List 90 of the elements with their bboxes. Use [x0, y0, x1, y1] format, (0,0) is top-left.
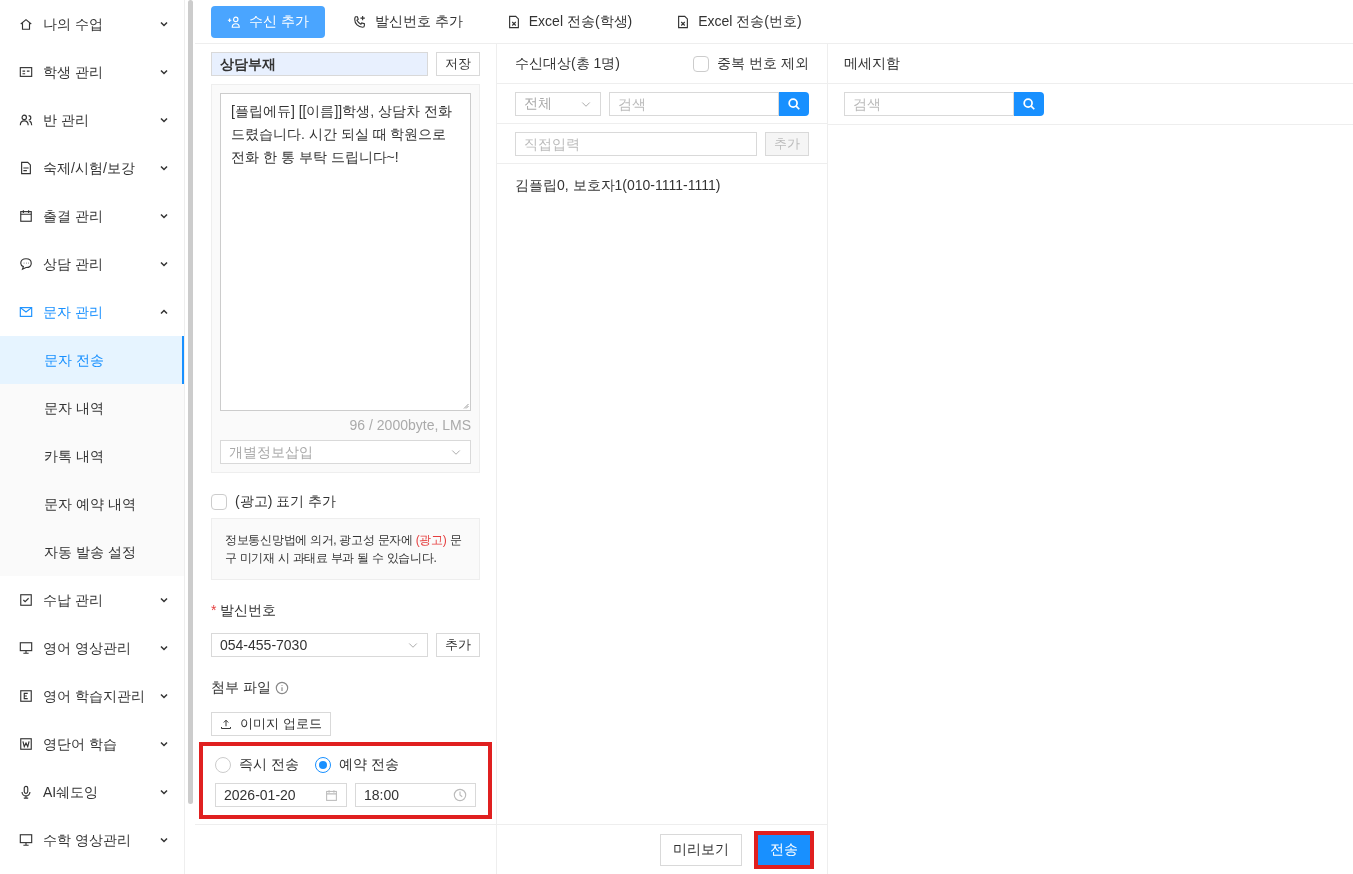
- select-placeholder: 개별정보삽입: [229, 442, 313, 462]
- letter-w-icon: [19, 737, 33, 751]
- dedupe-option[interactable]: 중복 번호 제외: [693, 53, 809, 74]
- sidebar-label: 수학 영상관리: [43, 830, 132, 850]
- info-icon: [274, 680, 289, 695]
- sidebar-item[interactable]: 출결 관리: [0, 192, 184, 240]
- submenu-item[interactable]: 문자 예약 내역: [0, 480, 184, 528]
- select-value: 전체: [524, 94, 552, 113]
- sidebar-label: 반 관리: [43, 110, 90, 130]
- sidebar-item[interactable]: AI쉐도잉: [0, 768, 184, 816]
- sidebar-label: 상담 관리: [43, 254, 104, 274]
- add-button: 추가: [765, 131, 809, 156]
- direct-input-field[interactable]: 직접입력: [515, 131, 757, 156]
- sidebar-label: 나의 수업: [43, 14, 104, 34]
- required-mark: *: [211, 601, 217, 620]
- monitor-icon: [19, 641, 33, 655]
- checkbox[interactable]: [211, 493, 227, 510]
- sidebar-label: AI쉐도잉: [43, 782, 100, 802]
- toolbar-tab[interactable]: Excel 전송(학생): [490, 5, 649, 38]
- sidebar-item[interactable]: 수납 관리: [0, 576, 184, 624]
- sidebar-item[interactable]: 나의 수업: [0, 0, 184, 48]
- date-value: 2026-01-20: [224, 785, 296, 805]
- home-icon: [19, 17, 33, 31]
- search-field[interactable]: 검색: [844, 92, 1014, 116]
- sender-select[interactable]: 054-455-7030: [211, 633, 428, 657]
- sidebar-label: 영어 영상관리: [43, 638, 132, 658]
- sidebar-item[interactable]: 수학 영상관리: [0, 816, 184, 864]
- people-icon: [19, 113, 33, 127]
- chat-bubble-icon: [19, 257, 33, 271]
- select-value: 054-455-7030: [220, 635, 308, 655]
- sidebar-label: 영어 학습지관리: [43, 686, 146, 706]
- sidebar-item[interactable]: 상담 관리: [0, 240, 184, 288]
- toolbar-tab[interactable]: 발신번호 추가: [336, 5, 479, 38]
- toolbar-tab[interactable]: Excel 전송(번호): [660, 5, 818, 38]
- sidebar-label: 문자 관리: [43, 302, 104, 322]
- radio-option[interactable]: 예약 전송: [314, 754, 399, 775]
- ad-notice: 정보통신망법에 의거, 광고성 문자에 (광고) 문구 미기재 시 과태료 부과 될 수 있습니다.: [211, 518, 480, 580]
- sidebar-label: 영단어 학습: [43, 734, 118, 754]
- date-field[interactable]: 2026-01-20: [215, 783, 347, 807]
- sidebar-item[interactable]: 숙제/시험/보강: [0, 144, 184, 192]
- save-button[interactable]: 저장: [436, 52, 480, 76]
- checkbox-label: (광고) 표기 추가: [235, 492, 337, 511]
- id-card-icon: [19, 65, 33, 79]
- sidebar-item[interactable]: 반 관리: [0, 96, 184, 144]
- upload-icon: [220, 718, 232, 730]
- phone-plus-icon: [352, 14, 367, 29]
- sidebar-label: 수납 관리: [43, 590, 104, 610]
- clock-icon: [453, 788, 467, 802]
- monitor-icon: [19, 833, 33, 847]
- attachment-label: 첨부 파일: [211, 678, 271, 697]
- sidebar-label: 출결 관리: [43, 206, 104, 226]
- spreadsheet-file-icon: [676, 14, 691, 29]
- calendar-icon: [19, 209, 33, 223]
- search-button[interactable]: [779, 91, 809, 116]
- sidebar-item[interactable]: 영어 영상관리: [0, 624, 184, 672]
- byte-count: 96 / 2000byte, LMS: [348, 416, 471, 435]
- add-person-icon: [227, 14, 241, 29]
- sidebar-item[interactable]: 학생 관리: [0, 48, 184, 96]
- recipient-item[interactable]: 김플립0, 보호자1(010-1111-1111): [515, 174, 809, 196]
- search-icon: [1022, 97, 1036, 111]
- sender-label: 발신번호: [220, 601, 277, 620]
- search-button[interactable]: [1014, 92, 1044, 116]
- recipients-title: 수신대상(총 1명): [515, 54, 620, 73]
- submenu-item[interactable]: 문자 내역: [0, 384, 184, 432]
- sidebar-item[interactable]: 영어 학습지관리: [0, 672, 184, 720]
- spreadsheet-file-icon: [506, 14, 521, 29]
- image-upload-button[interactable]: 이미지 업로드: [211, 712, 331, 736]
- sidebar-item[interactable]: 영단어 학습: [0, 720, 184, 768]
- add-button[interactable]: 추가: [436, 633, 480, 657]
- document-icon: [19, 161, 33, 175]
- radio-option[interactable]: 즉시 전송: [215, 754, 299, 775]
- checklist-icon: [19, 593, 33, 607]
- inbox-title: 메세지함: [844, 54, 900, 73]
- submenu-item[interactable]: 카톡 내역: [0, 432, 184, 480]
- microphone-icon: [19, 785, 33, 799]
- sidebar-label: 학생 관리: [43, 62, 104, 82]
- resize-handle-icon: [461, 401, 469, 409]
- envelope-icon: [19, 305, 33, 319]
- search-field[interactable]: 검색: [609, 91, 779, 116]
- scrollbar[interactable]: [187, 0, 193, 804]
- letter-e-icon: [19, 689, 33, 703]
- preview-button[interactable]: 미리보기: [660, 833, 742, 866]
- message-textarea[interactable]: [플립에듀] [[이름]]학생, 상담차 전화드렸습니다. 시간 되실 때 학원으로 전화 한 통 부탁 드립니다~!: [220, 93, 471, 411]
- sidebar-label: 숙제/시험/보강: [43, 158, 136, 178]
- submenu-item[interactable]: 자동 발송 설정: [0, 528, 184, 576]
- search-icon: [787, 96, 801, 111]
- time-value: 18:00: [364, 785, 400, 805]
- calendar-icon: [325, 788, 338, 802]
- time-field[interactable]: 18:00: [355, 783, 476, 807]
- template-name-field[interactable]: 상담부재: [211, 52, 428, 76]
